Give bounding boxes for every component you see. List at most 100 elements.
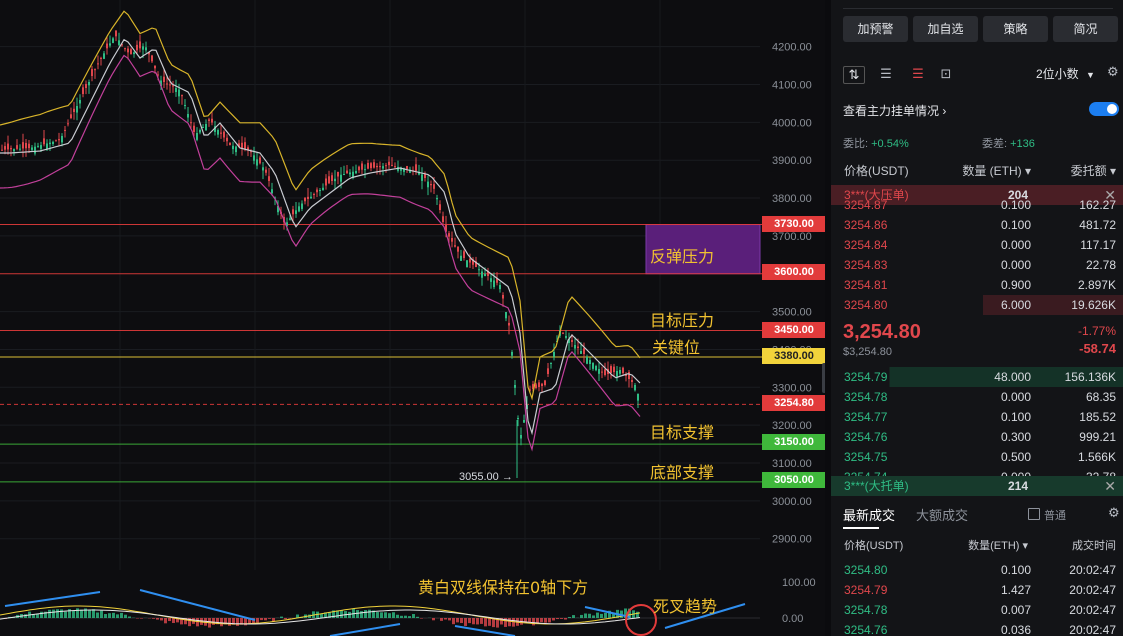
alert-button[interactable]: 加预警 bbox=[843, 16, 908, 42]
macd-bar bbox=[56, 609, 59, 618]
trade-row[interactable]: 3254.76 0.036 20:02:47 bbox=[831, 620, 1123, 636]
candle-body bbox=[91, 69, 93, 76]
level-tag-3380: 3380.00 bbox=[762, 348, 825, 364]
tab-latest-trades[interactable]: 最新成交 bbox=[843, 505, 895, 524]
order-ratio-value: +0.54% bbox=[871, 138, 909, 150]
candle-body bbox=[205, 124, 207, 131]
active-tab-underline bbox=[843, 527, 879, 529]
trade-qty: 0.036 bbox=[1000, 623, 1031, 636]
level-tag-3050: 3050.00 bbox=[762, 472, 825, 488]
add-watchlist-button[interactable]: 加自选 bbox=[913, 16, 978, 42]
bid-wall-value: 214 bbox=[1007, 479, 1028, 493]
annotation-target-support: 目标支撑 bbox=[650, 423, 715, 442]
candle-body bbox=[130, 49, 132, 55]
main-orders-toggle[interactable] bbox=[1089, 102, 1119, 116]
level-tag-3730: 3730.00 bbox=[762, 216, 825, 232]
macd-bar bbox=[420, 618, 423, 619]
candle-body bbox=[514, 385, 516, 388]
trade-time: 20:02:47 bbox=[1069, 603, 1116, 617]
bid-row[interactable]: 3254.79 48.000 156.136K bbox=[831, 367, 1123, 387]
macd-bar bbox=[476, 618, 479, 625]
macd-bar bbox=[288, 618, 291, 619]
candle-body bbox=[208, 119, 210, 121]
trades-header-qty[interactable]: 数量(ETH) ▾ bbox=[968, 536, 1028, 556]
bid-row[interactable]: 3254.75 0.500 1.566K bbox=[831, 447, 1123, 467]
price-axis-label: 4000.00 bbox=[772, 117, 812, 129]
candle-body bbox=[337, 171, 339, 177]
normal-checkbox[interactable] bbox=[1028, 508, 1040, 520]
macd-bar bbox=[396, 614, 399, 618]
gear-icon[interactable]: ⚙ bbox=[1107, 64, 1119, 80]
indicator-axis-label: 0.00 bbox=[782, 613, 803, 625]
tab-large-trades[interactable]: 大额成交 bbox=[916, 505, 968, 524]
ask-row[interactable]: 3254.87 0.100 162.27 bbox=[831, 195, 1123, 215]
bid-row[interactable]: 3254.77 0.100 185.52 bbox=[831, 407, 1123, 427]
candle-body bbox=[235, 146, 237, 153]
bid-row[interactable]: 3254.76 0.300 999.21 bbox=[831, 427, 1123, 447]
strategy-button[interactable]: 策略 bbox=[983, 16, 1048, 42]
ask-total: 162.27 bbox=[1079, 198, 1116, 212]
trade-row[interactable]: 3254.79 1.427 20:02:47 bbox=[831, 580, 1123, 600]
candle-body bbox=[4, 146, 6, 150]
candle-body bbox=[343, 174, 345, 175]
candle-body bbox=[190, 122, 192, 124]
macd-bar bbox=[228, 618, 231, 626]
candle-body bbox=[244, 142, 246, 149]
main-orders-link[interactable]: 查看主力挂单情况 › bbox=[843, 102, 946, 119]
bid-wall-banner: 3***(大托单) 214 ✕ bbox=[831, 476, 1123, 496]
level-tag-current: 3254.80 bbox=[762, 395, 825, 411]
candle-body bbox=[622, 367, 624, 373]
price-axis-label: 4200.00 bbox=[772, 42, 812, 54]
ask-row[interactable]: 3254.86 0.100 481.72 bbox=[831, 215, 1123, 235]
candle-body bbox=[247, 147, 249, 150]
candle-body bbox=[43, 138, 45, 145]
candle-body bbox=[433, 184, 435, 189]
book-bids-icon[interactable]: ☰ bbox=[876, 66, 896, 82]
candle-body bbox=[193, 125, 195, 132]
trade-row[interactable]: 3254.78 0.007 20:02:47 bbox=[831, 600, 1123, 620]
macd-bar bbox=[540, 618, 543, 623]
candle-body bbox=[253, 155, 255, 161]
annotation-arrow bbox=[329, 623, 401, 636]
candle-body bbox=[499, 285, 501, 290]
gear-icon[interactable]: ⚙ bbox=[1108, 505, 1120, 521]
price-axis-label: 3000.00 bbox=[772, 496, 812, 508]
candle-body bbox=[142, 46, 144, 50]
bid-total: 156.136K bbox=[1064, 370, 1116, 384]
bid-total: 999.21 bbox=[1079, 430, 1116, 444]
ask-row[interactable]: 3254.84 0.000 117.17 bbox=[831, 235, 1123, 255]
candle-body bbox=[358, 166, 360, 171]
candle-body bbox=[1, 149, 3, 151]
book-header-qty[interactable]: 数量 (ETH) ▾ bbox=[962, 161, 1031, 181]
trade-qty: 0.100 bbox=[1000, 563, 1031, 577]
macd-bar bbox=[604, 612, 607, 618]
book-compact-icon[interactable]: ⊡ bbox=[936, 66, 956, 82]
chart-pane[interactable]: 4200.00 4100.00 4000.00 3900.00 3800.00 3700.… bbox=[0, 0, 825, 636]
chevron-right-icon: › bbox=[942, 104, 947, 118]
decimal-select[interactable]: 2位小数 ▼ bbox=[1036, 65, 1095, 82]
ask-row[interactable]: 3254.81 0.900 2.897K bbox=[831, 275, 1123, 295]
ask-row[interactable]: 3254.83 0.000 22.78 bbox=[831, 255, 1123, 275]
trade-time: 20:02:47 bbox=[1069, 623, 1116, 636]
macd-bar bbox=[600, 613, 603, 618]
candle-body bbox=[202, 127, 204, 128]
price-axis-label: 3200.00 bbox=[772, 420, 812, 432]
macd-bar bbox=[356, 610, 359, 618]
annotation-key-level: 关键位 bbox=[652, 338, 701, 357]
macd-bar bbox=[596, 612, 599, 618]
book-header-price: 价格(USDT) bbox=[844, 164, 909, 178]
candle-body bbox=[40, 145, 42, 149]
book-header-total[interactable]: 委托额 ▾ bbox=[1071, 161, 1116, 181]
trade-row[interactable]: 3254.80 0.100 20:02:47 bbox=[831, 560, 1123, 580]
book-asks-icon[interactable]: ☰ bbox=[908, 66, 928, 82]
macd-bar bbox=[376, 612, 379, 618]
candle-body bbox=[535, 384, 537, 388]
ask-row[interactable]: 3254.80 6.000 19.626K bbox=[831, 295, 1123, 315]
overview-button[interactable]: 简况 bbox=[1053, 16, 1118, 42]
close-icon[interactable]: ✕ bbox=[1104, 476, 1116, 496]
ask-qty: 0.000 bbox=[1000, 238, 1031, 252]
book-both-icon[interactable]: ⇅ bbox=[843, 66, 865, 84]
bid-row[interactable]: 3254.78 0.000 68.35 bbox=[831, 387, 1123, 407]
panel-collapse-handle[interactable]: › bbox=[822, 363, 825, 393]
candle-body bbox=[136, 44, 138, 51]
